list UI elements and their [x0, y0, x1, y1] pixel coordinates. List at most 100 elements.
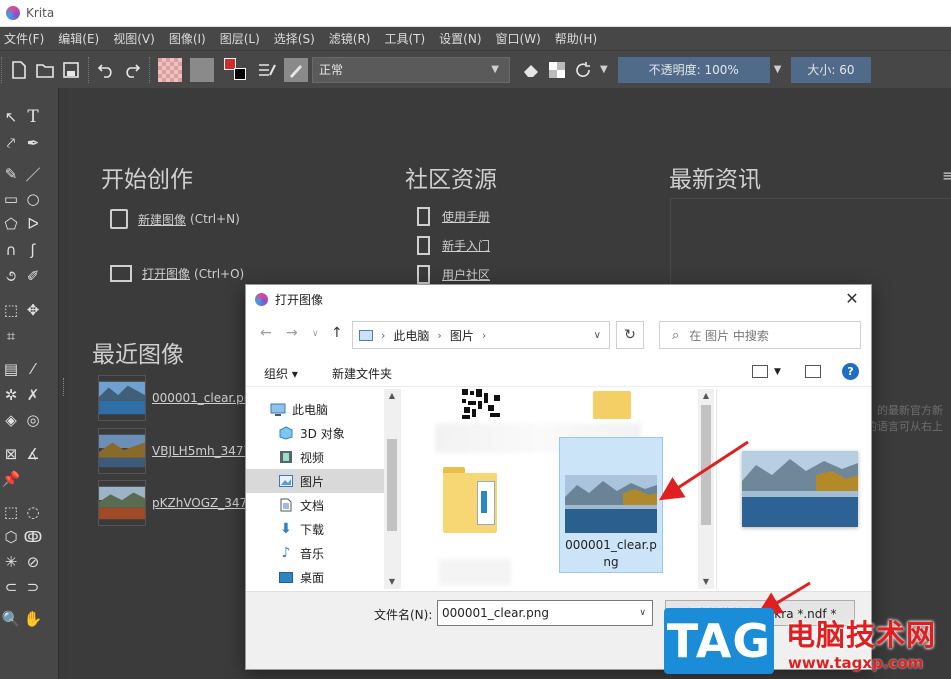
search-input[interactable]: ⌕ 在 图片 中搜索: [659, 321, 861, 349]
rect-select-icon[interactable]: ⬚: [0, 501, 22, 523]
community-link-label[interactable]: 新手入门: [442, 237, 490, 254]
enclose-fill-icon[interactable]: ◎: [22, 409, 44, 431]
menu-image[interactable]: 图像(I): [162, 30, 213, 47]
size-slider[interactable]: 大小: 60: [791, 56, 872, 83]
ellipse-select-icon[interactable]: ◌: [22, 501, 44, 523]
menu-filter[interactable]: 滤镜(R): [322, 30, 378, 47]
chevron-down-icon[interactable]: ▼: [774, 367, 781, 377]
opacity-slider[interactable]: 不透明度: 100%: [617, 56, 770, 83]
menu-file[interactable]: 文件(F): [0, 30, 51, 47]
zoom-tool-icon[interactable]: 🔍: [0, 608, 22, 630]
select-shapes-icon[interactable]: ↖: [0, 106, 22, 128]
file-list-scrollbar[interactable]: ▲ ▼: [698, 389, 714, 589]
assistant-tool-icon[interactable]: ⊠: [0, 443, 22, 465]
scroll-up-icon[interactable]: ▲: [698, 391, 714, 400]
nav-item-this-pc[interactable]: 此电脑: [246, 397, 384, 421]
rectangle-tool-icon[interactable]: ▭: [0, 188, 22, 210]
nav-item-pictures[interactable]: 图片: [246, 469, 384, 493]
community-link-getting-started[interactable]: 新手入门: [417, 236, 490, 255]
ellipse-tool-icon[interactable]: ○: [22, 188, 44, 210]
close-icon[interactable]: ✕: [841, 288, 863, 310]
new-folder-button[interactable]: 新建文件夹: [332, 365, 392, 382]
scroll-down-icon[interactable]: ▼: [384, 577, 400, 586]
transform-tool-icon[interactable]: ⬚: [0, 299, 22, 321]
brush-settings-icon[interactable]: [254, 57, 280, 83]
breadcrumb-this-pc[interactable]: 此电脑: [393, 327, 429, 344]
pan-tool-icon[interactable]: ✋: [22, 608, 44, 630]
file-thumbnail-qr[interactable]: [460, 389, 502, 419]
organize-button[interactable]: 组织 ▾: [264, 365, 298, 382]
recent-file-name[interactable]: 000001_clear.png: [152, 391, 259, 405]
folder-item[interactable]: [437, 461, 507, 551]
multibrush-icon[interactable]: ✐: [22, 265, 44, 287]
nav-item-downloads[interactable]: ⬇ 下载: [246, 517, 384, 541]
reference-tool-icon[interactable]: 📌: [0, 468, 22, 490]
smart-patch-icon[interactable]: ✲: [0, 384, 22, 406]
similar-select-icon[interactable]: ⊘: [22, 551, 44, 573]
menu-select[interactable]: 选择(S): [267, 30, 322, 47]
community-link-label[interactable]: 使用手册: [442, 208, 490, 225]
open-folder-icon[interactable]: [32, 57, 58, 83]
calligraphy-icon[interactable]: ✒: [22, 132, 44, 154]
recent-file-item[interactable]: VBJLH5mh_3477: [98, 428, 251, 474]
polygon-select-icon[interactable]: ⬡: [0, 526, 22, 548]
up-arrow-icon[interactable]: ↑: [331, 325, 343, 341]
address-bar[interactable]: › 此电脑 › 图片 › ∨: [352, 321, 610, 349]
community-link-manual[interactable]: 使用手册: [417, 207, 490, 226]
community-link-label[interactable]: 用户社区: [442, 266, 490, 283]
recent-file-name[interactable]: VBJLH5mh_3477: [152, 444, 251, 458]
preview-pane-icon[interactable]: [805, 365, 821, 378]
eraser-icon[interactable]: [518, 57, 544, 83]
dock-grip[interactable]: [63, 378, 65, 396]
edit-shapes-icon[interactable]: ⤤: [0, 132, 22, 154]
new-image-link[interactable]: 新建图像 (Ctrl+N): [110, 209, 240, 229]
recent-file-name[interactable]: pKZhVOGZ_3477: [152, 496, 255, 510]
refresh-button[interactable]: ↻: [616, 321, 644, 349]
nav-item-music[interactable]: ♪ 音乐: [246, 541, 384, 565]
chevron-down-icon[interactable]: ▼: [774, 64, 782, 75]
gradient-tool-icon[interactable]: ▤: [0, 358, 22, 380]
bezier-select-icon[interactable]: ⊂: [0, 576, 22, 598]
chevron-down-icon[interactable]: ▼: [600, 64, 608, 75]
help-icon[interactable]: ?: [842, 363, 859, 380]
new-image-label[interactable]: 新建图像: [138, 211, 186, 228]
community-link-forum[interactable]: 用户社区: [417, 265, 490, 284]
fill-tool-icon[interactable]: ◈: [0, 409, 22, 431]
background-color[interactable]: [234, 67, 246, 80]
polyline-tool-icon[interactable]: ᐅ: [22, 213, 44, 235]
scroll-thumb[interactable]: [701, 405, 711, 525]
color-picker-icon[interactable]: ⁄: [22, 358, 44, 380]
forward-arrow-icon[interactable]: →: [286, 325, 298, 341]
undo-icon[interactable]: [93, 57, 119, 83]
brush-tool-icon[interactable]: ✎: [0, 163, 22, 185]
breadcrumb-pictures[interactable]: 图片: [450, 327, 474, 344]
file-thumbnail-image[interactable]: [565, 475, 657, 533]
contiguous-select-icon[interactable]: ✳: [0, 551, 22, 573]
new-document-icon[interactable]: [6, 57, 32, 83]
measure-tool-icon[interactable]: ∡: [22, 443, 44, 465]
menu-help[interactable]: 帮助(H): [548, 30, 604, 47]
scroll-up-icon[interactable]: ▲: [384, 391, 400, 400]
colorize-mask-icon[interactable]: ✗: [22, 384, 44, 406]
line-tool-icon[interactable]: ／: [22, 163, 44, 185]
menu-tools[interactable]: 工具(T): [377, 30, 432, 47]
text-tool-icon[interactable]: T: [22, 106, 44, 128]
crop-tool-icon[interactable]: ⌗: [0, 325, 22, 347]
freehand-select-icon[interactable]: ↂ: [22, 526, 44, 548]
move-tool-icon[interactable]: ✥: [22, 299, 44, 321]
gradient-swatch[interactable]: [158, 57, 182, 82]
menu-edit[interactable]: 编辑(E): [51, 30, 106, 47]
magnetic-select-icon[interactable]: ⊃: [22, 576, 44, 598]
folder-icon[interactable]: [593, 391, 631, 419]
chevron-down-icon[interactable]: ∨: [594, 330, 601, 341]
nav-scrollbar[interactable]: ▲ ▼: [384, 389, 400, 589]
dynamic-brush-icon[interactable]: ૭: [0, 265, 22, 287]
view-mode-icon[interactable]: [752, 365, 768, 378]
recent-file-item[interactable]: 000001_clear.png: [98, 375, 259, 421]
color-selector[interactable]: [222, 56, 250, 84]
pattern-swatch[interactable]: [190, 57, 214, 82]
recent-file-item[interactable]: pKZhVOGZ_3477: [98, 480, 255, 526]
reload-preset-icon[interactable]: [570, 57, 596, 83]
brush-preset-icon[interactable]: [284, 57, 308, 82]
open-image-link[interactable]: 打开图像 (Ctrl+O): [110, 265, 244, 282]
